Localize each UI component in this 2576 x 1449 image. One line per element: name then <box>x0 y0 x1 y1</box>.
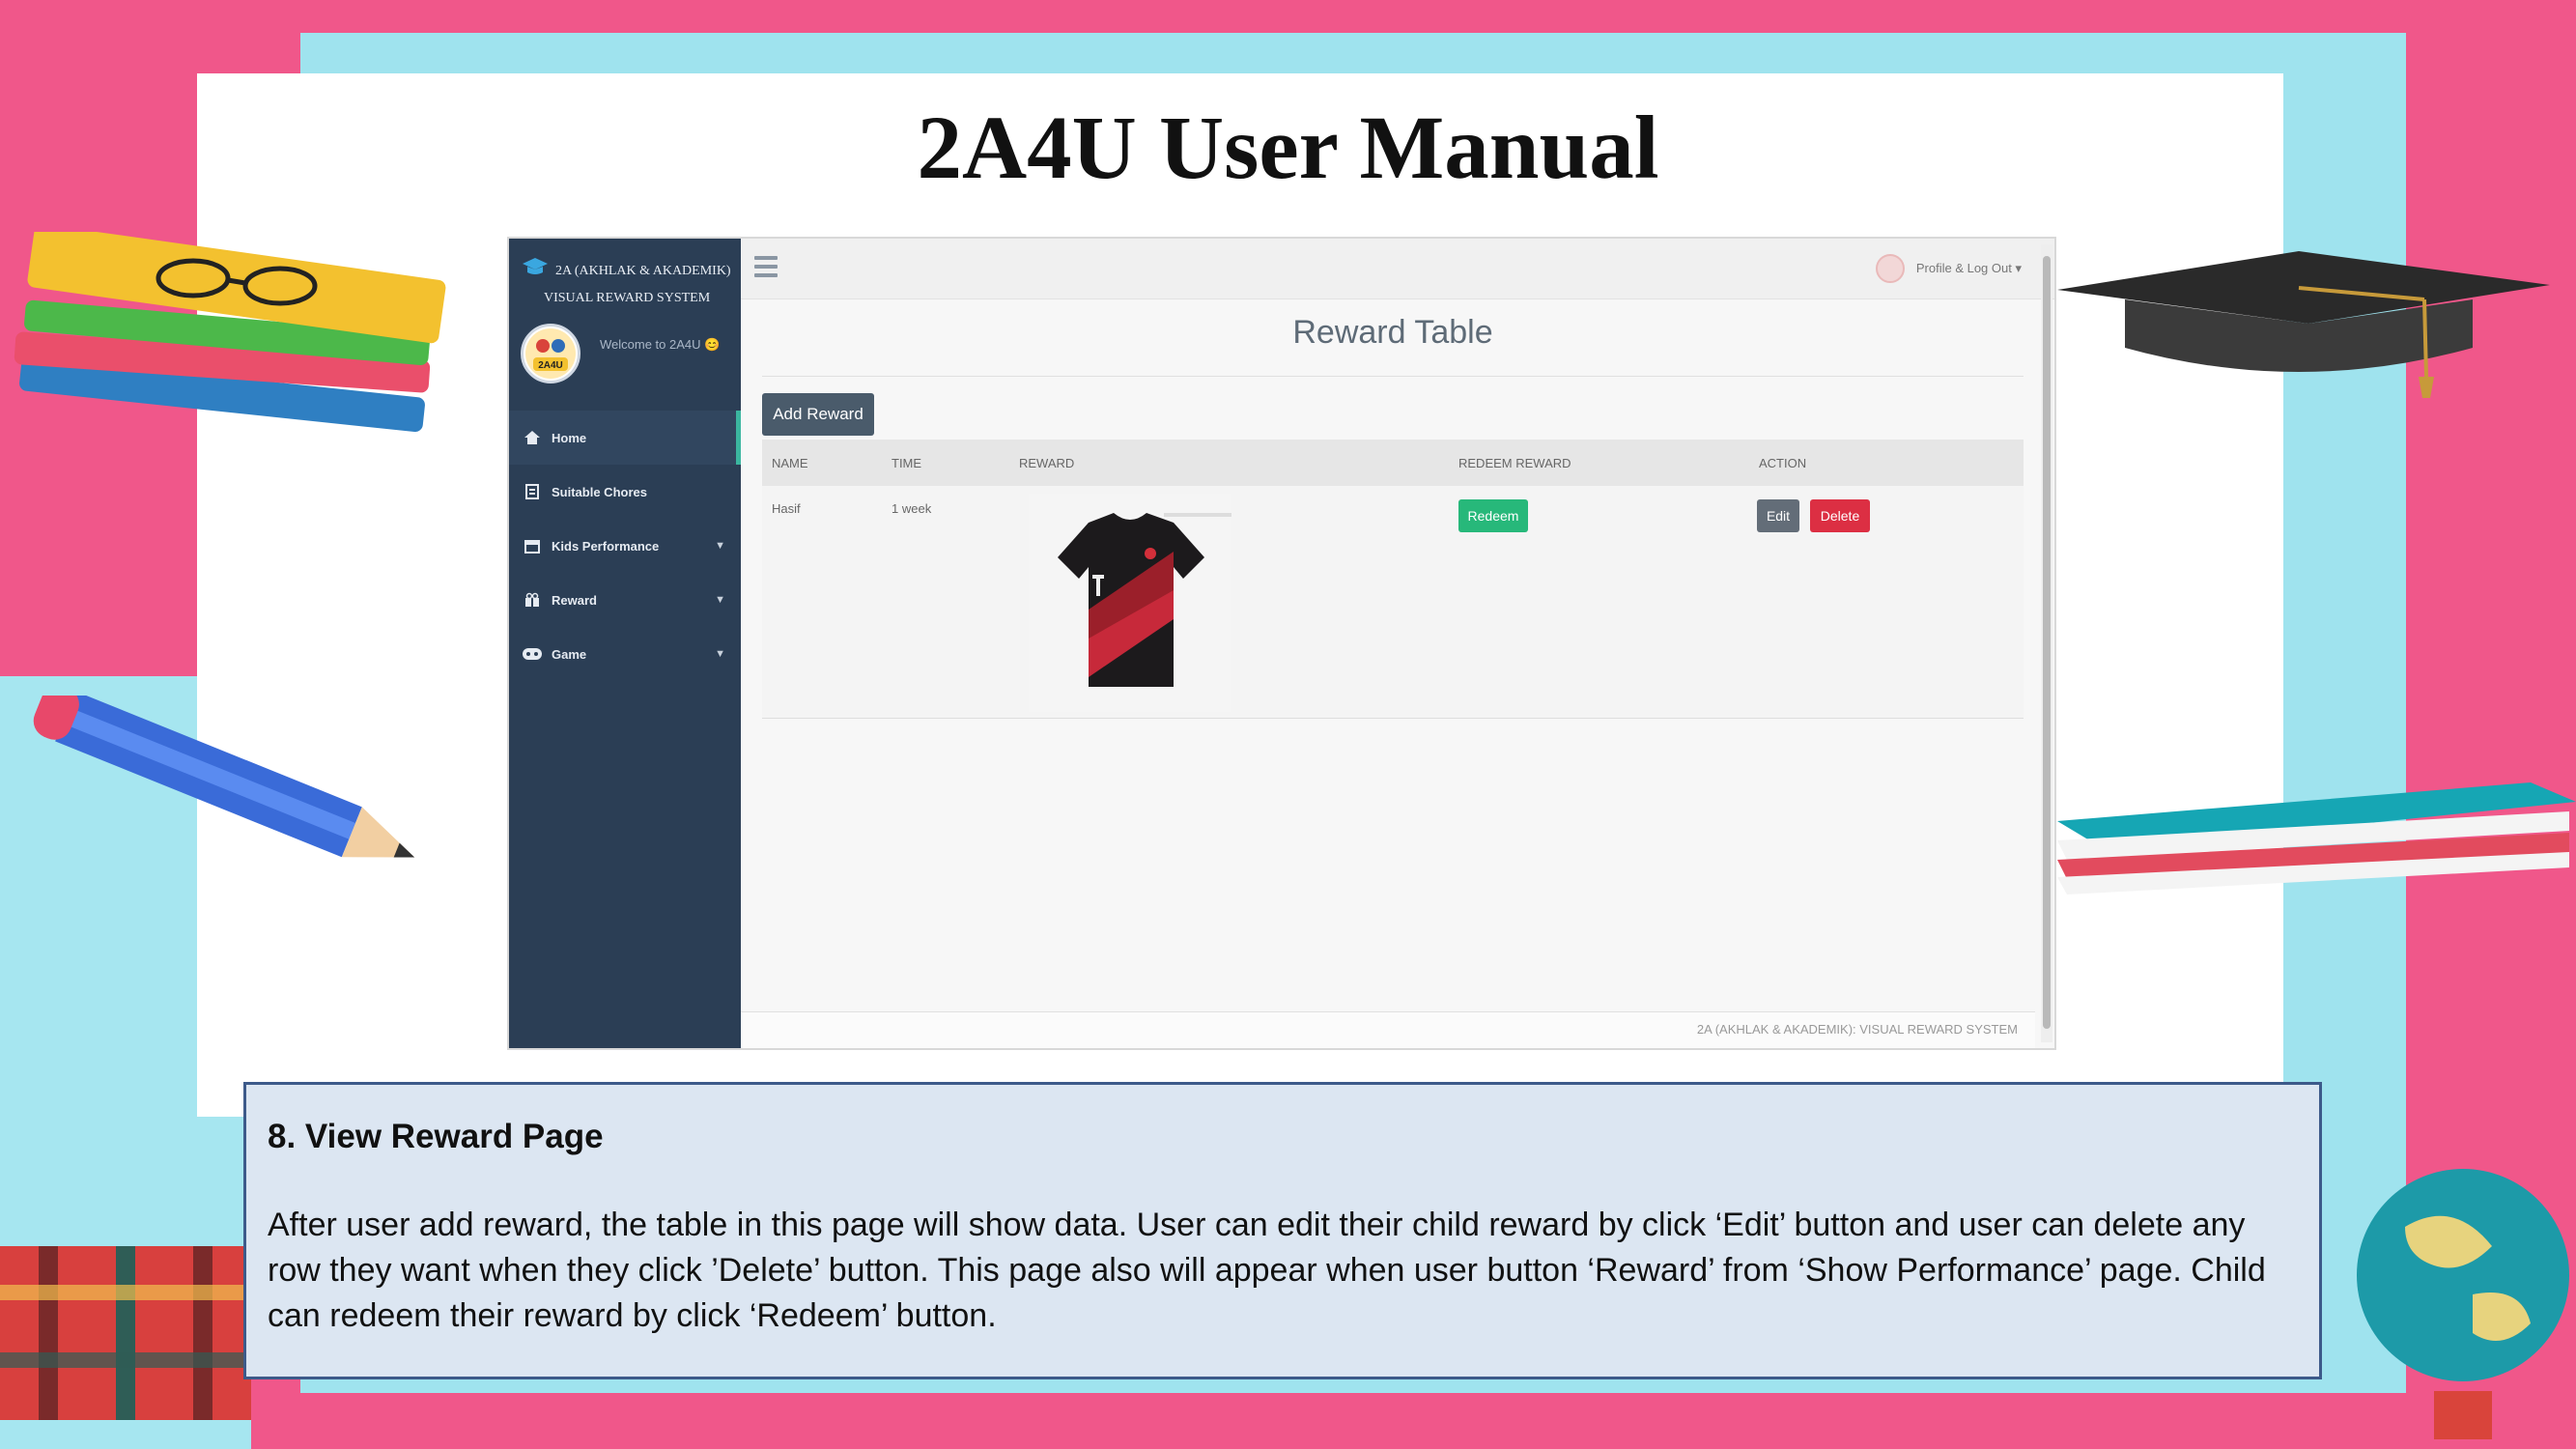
chevron-down-icon: ▼ <box>715 540 725 552</box>
edit-button[interactable]: Edit <box>1757 499 1799 532</box>
gamepad-icon <box>523 644 542 664</box>
description-heading: 8. View Reward Page <box>268 1118 604 1155</box>
delete-button[interactable]: Delete <box>1810 499 1870 532</box>
gift-icon <box>523 590 542 610</box>
top-bar: Profile & Log Out ▾ <box>741 239 2054 299</box>
table-row: Hasif 1 week Redeem Edit Delete <box>762 486 2024 719</box>
sidebar-item-home[interactable]: Home <box>509 411 741 465</box>
sidebar: 2A (AKHLAK & AKADEMIK) VISUAL REWARD SYS… <box>509 239 741 1048</box>
home-icon <box>523 428 542 447</box>
description-box: 8. View Reward Page After user add rewar… <box>243 1082 2322 1379</box>
svg-text:2A4U: 2A4U <box>538 360 563 371</box>
add-reward-button[interactable]: Add Reward <box>762 393 874 436</box>
chevron-down-icon: ▼ <box>715 594 725 606</box>
reward-image <box>1029 494 1231 712</box>
sidebar-item-label: Game <box>552 646 587 662</box>
brand-name: 2A (AKHLAK & AKADEMIK) <box>555 264 731 278</box>
jersey-icon <box>1058 513 1231 687</box>
app-screenshot: 2A (AKHLAK & AKADEMIK) VISUAL REWARD SYS… <box>507 237 2056 1050</box>
welcome-text: Welcome to 2A4U 😊 <box>600 337 721 352</box>
slide-title: 2A4U User Manual <box>917 99 1659 198</box>
description-body: After user add reward, the table in this… <box>268 1207 2266 1334</box>
plaid-pattern-illustration <box>0 1246 251 1420</box>
cell-time: 1 week <box>892 501 932 516</box>
globe-illustration <box>2357 1169 2569 1439</box>
graduation-cap-illustration <box>2057 251 2550 398</box>
document-icon <box>523 482 542 501</box>
table-header: NAME TIME REWARD REDEEM REWARD ACTION <box>762 440 2024 486</box>
sidebar-item-label: Reward <box>552 592 597 608</box>
column-header-redeem: REDEEM REWARD <box>1458 456 1571 470</box>
column-header-reward: REWARD <box>1019 456 1075 470</box>
stacked-books-illustration <box>2057 782 2576 895</box>
sidebar-item-suitable-chores[interactable]: Suitable Chores <box>509 465 741 519</box>
column-header-action: ACTION <box>1759 456 1807 470</box>
sidebar-item-label: Suitable Chores <box>552 484 647 499</box>
books-glasses-illustration <box>14 232 446 433</box>
profile-avatar <box>1875 254 1905 283</box>
avatar[interactable]: 2A4U <box>521 324 580 384</box>
redeem-button[interactable]: Redeem <box>1458 499 1528 532</box>
profile-menu[interactable]: Profile & Log Out ▾ <box>1875 254 2022 283</box>
divider <box>762 376 2024 377</box>
scrollbar-thumb[interactable] <box>2043 256 2051 1029</box>
page-title: Reward Table <box>1292 314 1493 351</box>
sidebar-item-reward[interactable]: Reward ▼ <box>509 573 741 627</box>
chevron-down-icon: ▼ <box>715 648 725 660</box>
graduation-cap-icon <box>523 258 548 274</box>
brand-subtitle: VISUAL REWARD SYSTEM <box>544 291 711 305</box>
menu-icon[interactable] <box>754 256 778 277</box>
profile-label: Profile & Log Out ▾ <box>1915 261 2022 275</box>
sidebar-item-label: Home <box>552 430 587 445</box>
reward-table: NAME TIME REWARD REDEEM REWARD ACTION Ha… <box>762 440 2024 719</box>
sidebar-nav: Home Suitable Chores Kids Performance ▼ <box>509 411 741 681</box>
sidebar-item-label: Kids Performance <box>552 538 660 554</box>
column-header-time: TIME <box>892 456 922 470</box>
sidebar-item-kids-performance[interactable]: Kids Performance ▼ <box>509 519 741 573</box>
calendar-icon <box>523 536 542 555</box>
scrollbar[interactable] <box>2041 244 2052 1042</box>
cell-name: Hasif <box>772 501 801 516</box>
app-footer: 2A (AKHLAK & AKADEMIK): VISUAL REWARD SY… <box>741 1011 2035 1048</box>
pencil-illustration <box>33 696 415 858</box>
footer-text: 2A (AKHLAK & AKADEMIK): VISUAL REWARD SY… <box>1696 1022 2018 1037</box>
sidebar-item-game[interactable]: Game ▼ <box>509 627 741 681</box>
column-header-name: NAME <box>772 456 808 470</box>
logo-avatar-icon: 2A4U <box>525 328 576 379</box>
